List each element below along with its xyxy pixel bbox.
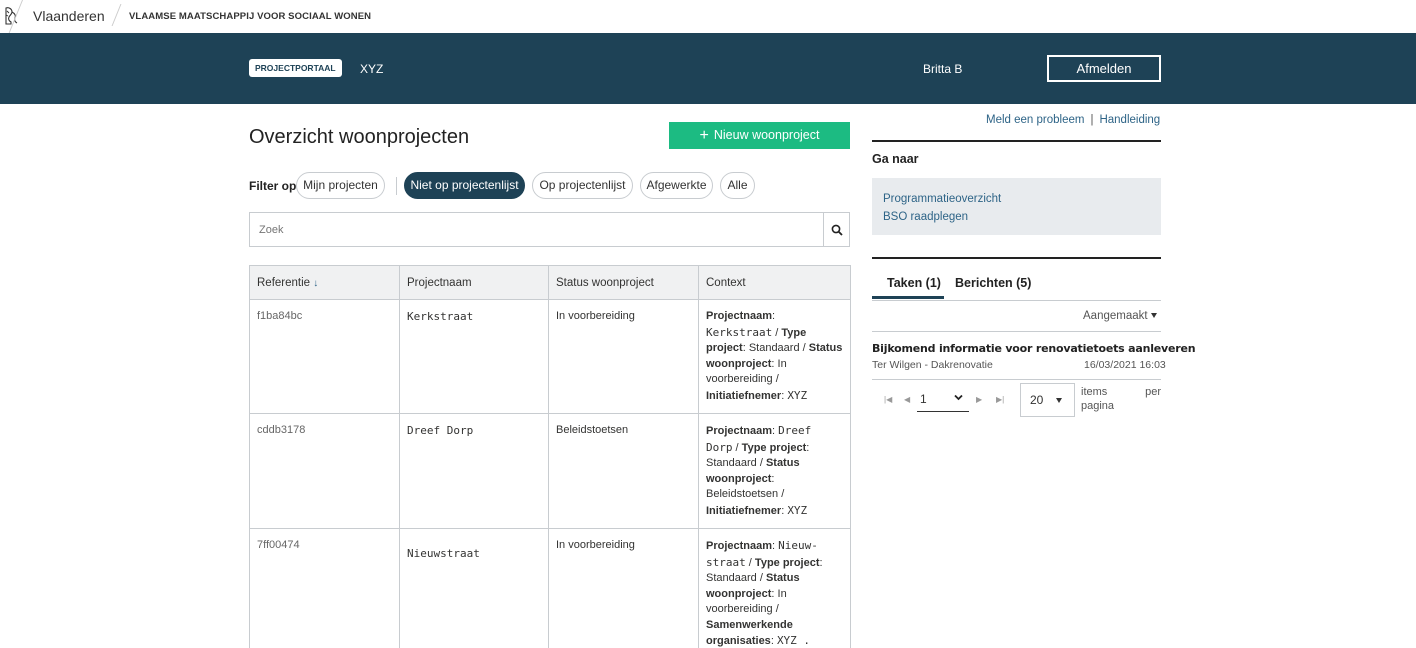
table-header-row: Referentie ↓ Projectnaam Status woonproj… [249, 265, 851, 300]
items-per-page-value: 20 [1030, 393, 1044, 407]
filter-on-list[interactable]: Op projectenlijst [532, 172, 633, 199]
items-per-label: items per [1081, 386, 1161, 398]
context-value: Standaard [706, 572, 757, 584]
user-name[interactable]: Britta B [923, 62, 962, 76]
brand-name[interactable]: Vlaanderen [33, 8, 105, 24]
report-problem-link[interactable]: Meld een probleem [986, 114, 1084, 126]
table-row[interactable]: 7ff00474 Nieuwstraat In voorbereiding Pr… [249, 528, 851, 648]
task-title[interactable]: Bijkomend informatie voor renovatietoets… [872, 342, 1196, 355]
active-tab-indicator [872, 296, 944, 299]
search-icon [831, 224, 843, 236]
context-label: Type project [754, 556, 820, 569]
next-page-icon[interactable]: ▶ [976, 395, 982, 404]
section-rule [872, 257, 1161, 259]
goto-link-programmatie[interactable]: Programmatieoverzicht [883, 190, 1150, 208]
tab-messages[interactable]: Berichten (5) [955, 276, 1031, 290]
context-label: Initiatiefnemer [706, 504, 782, 517]
goto-link-bso[interactable]: BSO raadplegen [883, 208, 1150, 226]
caret-down-icon[interactable] [1151, 313, 1157, 318]
cell-status: In voorbereiding [548, 299, 699, 414]
page-title: Overzicht woonprojecten [249, 126, 470, 148]
filter-my-projects[interactable]: Mijn projecten [296, 172, 385, 199]
context-label: Projectnaam [706, 425, 773, 437]
column-header-project-name[interactable]: Projectnaam [399, 265, 549, 300]
chevron-down-icon [954, 394, 963, 401]
pagina-label: pagina [1081, 400, 1115, 412]
cell-context: Projectnaam: Nieuw-straat / Type project… [698, 528, 851, 648]
filter-not-on-list[interactable]: Niet op projectenlijst [404, 172, 525, 199]
context-label: Type project [741, 441, 807, 454]
list-divider [872, 331, 1161, 332]
items-per-page-select[interactable]: 20 [1020, 383, 1075, 417]
tabs-divider [872, 300, 1161, 301]
goto-title: Ga naar [872, 152, 919, 166]
vlaanderen-lion-logo-icon[interactable] [3, 6, 19, 26]
search-input[interactable] [250, 213, 823, 246]
context-value: Beleidstoetsen [706, 488, 779, 500]
sort-dropdown[interactable]: Aangemaakt [1083, 310, 1148, 322]
header-divider [111, 4, 122, 26]
search-bar [249, 212, 850, 247]
last-page-icon[interactable]: ▶| [996, 395, 1004, 404]
table-row[interactable]: cddb3178 Dreef Dorp Beleidstoetsen Proje… [249, 413, 851, 529]
app-header: PROJECTPORTAAL XYZ Britta B Afmelden [0, 33, 1416, 104]
filter-label: Filter op [249, 179, 297, 193]
sort-arrow-icon: ↓ [313, 277, 319, 289]
link-separator: | [1090, 114, 1094, 126]
column-header-label: Referentie [257, 276, 311, 289]
filter-finished[interactable]: Afgewerkte [640, 172, 713, 199]
tab-tasks[interactable]: Taken (1) [887, 276, 941, 290]
task-date: 16/03/2021 16:03 [1084, 359, 1166, 371]
context-value: Standaard [706, 457, 757, 469]
first-page-icon[interactable]: |◀ [884, 395, 892, 404]
context-value: Standaard [748, 342, 800, 354]
cell-reference: f1ba84bc [249, 299, 400, 414]
plus-icon: + [699, 127, 709, 144]
caret-down-icon [1056, 398, 1062, 403]
projects-table: Referentie ↓ Projectnaam Status woonproj… [249, 265, 851, 648]
search-button[interactable] [823, 213, 849, 246]
previous-page-icon[interactable]: ◀ [904, 395, 910, 404]
new-project-label: Nieuw woonproject [713, 128, 820, 142]
context-label: Projectnaam [706, 310, 773, 322]
global-header: Vlaanderen VLAAMSE MAATSCHAPPIJ VOOR SOC… [0, 0, 1416, 33]
cell-status: In voorbereiding [548, 528, 699, 648]
manual-link[interactable]: Handleiding [1099, 114, 1160, 126]
context-label: Initiatiefnemer [706, 389, 782, 402]
logout-button[interactable]: Afmelden [1047, 55, 1161, 82]
column-header-context[interactable]: Context [698, 265, 851, 300]
cell-context: Projectnaam: Kerkstraat / Type project: … [698, 299, 851, 414]
organisation-name[interactable]: VLAAMSE MAATSCHAPPIJ VOOR SOCIAAL WONEN [129, 11, 371, 22]
utility-links: Meld een probleem | Handleiding [986, 114, 1160, 126]
context-value: Kerkstraat [706, 325, 773, 339]
cell-project-name[interactable]: Kerkstraat [399, 299, 549, 414]
app-badge: PROJECTPORTAAL [249, 59, 342, 77]
context-value: XYZ [787, 503, 808, 517]
cell-reference: cddb3178 [249, 413, 400, 529]
context-value: XYZ . [776, 634, 811, 647]
filter-all[interactable]: Alle [720, 172, 755, 199]
cell-context: Projectnaam: Dreef Dorp / Type project: … [698, 413, 851, 529]
column-header-reference[interactable]: Referentie ↓ [249, 265, 400, 300]
table-row[interactable]: f1ba84bc Kerkstraat In voorbereiding Pro… [249, 299, 851, 414]
cell-status: Beleidstoetsen [548, 413, 699, 529]
task-subtitle: Ter Wilgen - Dakrenovatie [872, 359, 993, 371]
context-label: Projectnaam [706, 540, 773, 552]
context-value: XYZ [787, 388, 808, 402]
new-project-button[interactable]: + Nieuw woonproject [669, 122, 850, 149]
list-divider [872, 379, 1161, 380]
page-number: 1 [920, 392, 927, 406]
column-header-status[interactable]: Status woonproject [548, 265, 699, 300]
cell-reference: 7ff00474 [249, 528, 400, 648]
section-rule [872, 140, 1161, 142]
cell-project-name[interactable]: Nieuwstraat [399, 528, 549, 648]
app-name[interactable]: XYZ [360, 62, 383, 76]
goto-links-box: Programmatieoverzicht BSO raadplegen [872, 178, 1161, 235]
filter-divider [396, 177, 397, 195]
cell-project-name[interactable]: Dreef Dorp [399, 413, 549, 529]
page-select[interactable]: 1 [917, 390, 969, 412]
